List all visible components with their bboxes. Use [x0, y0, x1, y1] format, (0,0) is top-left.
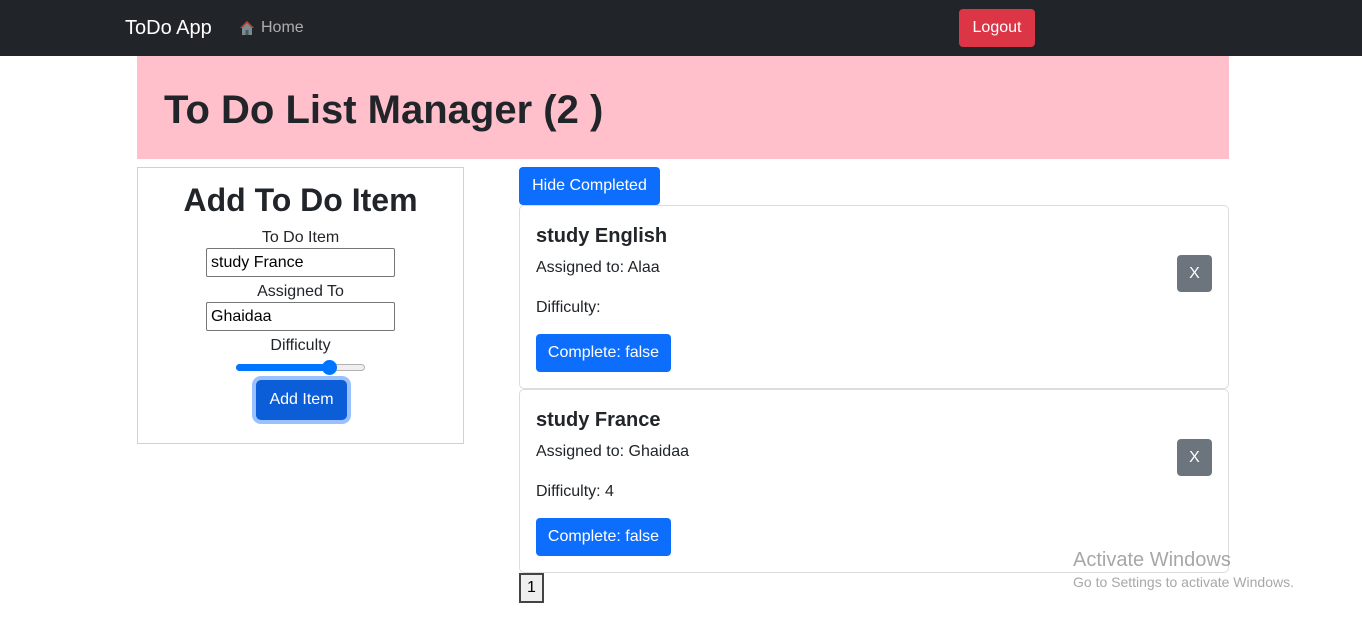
nav-home-label: Home — [261, 19, 304, 36]
todo-title: study France — [536, 409, 661, 431]
assigned-to-label: Assigned To — [257, 283, 344, 300]
todo-card: study France Assigned to: Ghaidaa Diffic… — [519, 389, 1229, 573]
add-item-button[interactable]: Add Item — [256, 380, 347, 420]
complete-toggle-button[interactable]: Complete: false — [536, 518, 671, 556]
top-navbar: ToDo App Home Logout — [0, 0, 1362, 56]
todo-item-label: To Do Item — [261, 229, 340, 246]
difficulty-slider[interactable] — [236, 359, 365, 375]
difficulty-label: Difficulty — [270, 337, 331, 354]
hide-completed-button[interactable]: Hide Completed — [519, 167, 660, 205]
complete-toggle-button[interactable]: Complete: false — [536, 334, 671, 372]
page-1-button[interactable]: 1 — [519, 573, 544, 603]
header-banner: To Do List Manager (2 ) — [137, 56, 1229, 159]
nav-home-link[interactable]: Home — [239, 18, 304, 38]
todo-card: study English Assigned to: Alaa Difficul… — [519, 205, 1229, 389]
page-title: To Do List Manager (2 ) — [164, 88, 604, 132]
todo-difficulty: Difficulty: — [536, 299, 601, 316]
todo-assignee: Assigned to: Alaa — [536, 259, 660, 276]
activate-windows-watermark: Activate Windows — [1073, 549, 1231, 571]
logout-button[interactable]: Logout — [959, 9, 1035, 47]
brand-link[interactable]: ToDo App — [125, 16, 212, 40]
delete-button[interactable]: X — [1177, 255, 1212, 292]
todo-title: study English — [536, 225, 668, 247]
home-icon — [240, 21, 254, 35]
assigned-to-input[interactable] — [206, 302, 395, 331]
add-item-form: Add To Do Item To Do Item Assigned To Di… — [137, 167, 464, 444]
form-title: Add To Do Item — [183, 182, 418, 218]
todo-assignee: Assigned to: Ghaidaa — [536, 443, 689, 460]
todo-difficulty: Difficulty: 4 — [536, 483, 614, 500]
activate-windows-hint: Go to Settings to activate Windows. — [1073, 574, 1294, 590]
slider-fill — [236, 364, 329, 371]
delete-button[interactable]: X — [1177, 439, 1212, 476]
todo-item-input[interactable] — [206, 248, 395, 277]
slider-thumb[interactable] — [321, 360, 337, 375]
